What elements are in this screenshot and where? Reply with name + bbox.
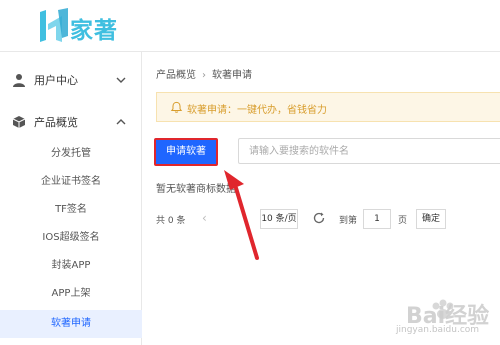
pager-total: 共 0 条	[156, 216, 186, 226]
sidebar-item-software-copyright[interactable]: 软著申请	[0, 310, 142, 338]
sidebar-group-product-overview[interactable]: 产品概览	[0, 102, 142, 142]
pager-page-unit: 页	[398, 216, 408, 226]
page-number-input[interactable]: 1	[363, 209, 391, 229]
chevron-up-icon	[116, 119, 126, 125]
brand-logo-text: 家著	[70, 18, 118, 44]
empty-state-text: 暂无软著商标数据	[156, 184, 236, 195]
sidebar-item-ios-super-signing[interactable]: IOS超级签名	[0, 224, 142, 252]
sidebar-group-label: 用户中心	[34, 74, 78, 87]
user-icon	[13, 74, 25, 87]
breadcrumb-parent[interactable]: 产品概览	[156, 70, 196, 81]
sidebar-item-tf-signing[interactable]: TF签名	[0, 196, 142, 224]
sidebar-item-distribution[interactable]: 分发托管	[0, 140, 142, 168]
pager-goto-label: 到第	[339, 216, 358, 226]
sidebar-group-user-center[interactable]: 用户中心	[0, 60, 142, 100]
page-size-select[interactable]: 10 条/页	[260, 209, 298, 229]
watermark-subtext: jingyan.baidu.com	[396, 325, 480, 335]
sidebar-item-enterprise-signing[interactable]: 企业证书签名	[0, 168, 142, 196]
sidebar-item-wrap-app[interactable]: 封装APP	[0, 252, 142, 280]
bell-icon	[170, 101, 183, 113]
breadcrumb: 产品概览 › 软著申请	[156, 66, 252, 81]
top-header: 家著	[0, 0, 500, 52]
pager-prev-icon[interactable]: ‹	[202, 211, 214, 225]
sidebar-item-app-listing[interactable]: APP上架	[0, 280, 142, 308]
apply-copyright-button[interactable]: 申请软著	[154, 138, 218, 166]
refresh-icon[interactable]	[312, 211, 326, 225]
breadcrumb-separator: ›	[202, 70, 206, 81]
sidebar-group-label: 产品概览	[34, 116, 78, 129]
pager-confirm-button[interactable]: 确定	[416, 209, 446, 229]
sidebar: 用户中心 产品概览 分发托管 企业证书签名 TF签名 IOS超级签名 封装APP…	[0, 52, 142, 345]
chevron-down-icon	[116, 77, 126, 83]
breadcrumb-current: 软著申请	[212, 70, 252, 81]
notice-text: 软著申请：一键代办，省钱省力	[187, 105, 327, 116]
search-input[interactable]	[238, 138, 500, 164]
cube-icon	[12, 116, 26, 128]
notice-banner: 软著申请：一键代办，省钱省力	[156, 92, 500, 122]
